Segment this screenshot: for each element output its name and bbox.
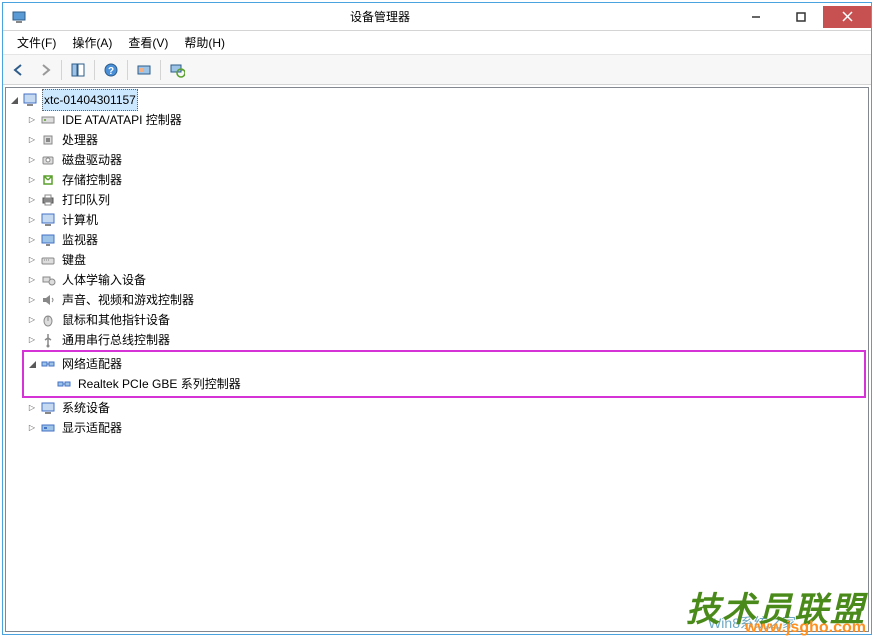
tree-item-label: 处理器 (60, 130, 100, 150)
expand-arrow-icon[interactable] (26, 114, 38, 126)
minimize-button[interactable] (733, 6, 778, 28)
monitor-icon (40, 232, 56, 248)
toolbar-separator (160, 60, 161, 80)
scan-hardware-button[interactable] (132, 58, 156, 82)
tree-item-print[interactable]: 打印队列 (26, 190, 866, 210)
titlebar: 设备管理器 (3, 3, 871, 31)
expand-arrow-icon[interactable] (26, 294, 38, 306)
tree-root[interactable]: xtc-01404301157 (8, 90, 866, 110)
expand-arrow-icon[interactable] (26, 214, 38, 226)
network-children: Realtek PCIe GBE 系列控制器 (26, 374, 862, 394)
tree-item-keyboard[interactable]: 键盘 (26, 250, 866, 270)
sound-icon (40, 292, 56, 308)
expand-arrow-icon[interactable] (26, 274, 38, 286)
device-tree: xtc-01404301157 IDE ATA/ATAPI 控制器 处理器 (8, 90, 866, 438)
expand-arrow-icon[interactable] (26, 402, 38, 414)
tree-item-processor[interactable]: 处理器 (26, 130, 866, 150)
display-adapter-icon (40, 420, 56, 436)
keyboard-icon (40, 252, 56, 268)
expand-arrow-icon[interactable] (26, 254, 38, 266)
tree-item-label: 监视器 (60, 230, 100, 250)
computer-icon (40, 212, 56, 228)
tree-item-mouse[interactable]: 鼠标和其他指针设备 (26, 310, 866, 330)
network-adapter-icon (56, 376, 72, 392)
tree-item-display[interactable]: 显示适配器 (26, 418, 866, 438)
app-icon (11, 9, 27, 25)
tree-item-label: IDE ATA/ATAPI 控制器 (60, 110, 184, 130)
computer-icon (22, 92, 38, 108)
tree-item-hid[interactable]: 人体学输入设备 (26, 270, 866, 290)
tree-item-label: 存储控制器 (60, 170, 124, 190)
tree-item-storage[interactable]: 存储控制器 (26, 170, 866, 190)
network-icon (40, 356, 56, 372)
tree-root-label[interactable]: xtc-01404301157 (42, 89, 138, 111)
tree-item-label: 网络适配器 (60, 354, 124, 374)
device-manager-window: 设备管理器 文件(F) 操作(A) 查看(V) 帮助(H) (2, 2, 872, 635)
tree-item-ide[interactable]: IDE ATA/ATAPI 控制器 (26, 110, 866, 130)
toolbar-separator (94, 60, 95, 80)
show-hide-console-button[interactable] (66, 58, 90, 82)
expand-arrow-icon[interactable] (26, 134, 38, 146)
tree-item-label: 通用串行总线控制器 (60, 330, 172, 350)
toolbar: ? (3, 55, 871, 85)
tree-item-usb[interactable]: 通用串行总线控制器 (26, 330, 866, 350)
watermark-text: www.jsgho.com (745, 619, 866, 637)
disk-icon (40, 152, 56, 168)
expand-arrow-icon[interactable] (26, 358, 38, 370)
help-button[interactable]: ? (99, 58, 123, 82)
tree-item-label: 显示适配器 (60, 418, 124, 438)
tree-item-label: 计算机 (60, 210, 100, 230)
hid-icon (40, 272, 56, 288)
tree-item-label: 打印队列 (60, 190, 112, 210)
menu-help[interactable]: 帮助(H) (176, 32, 233, 53)
usb-icon (40, 332, 56, 348)
toolbar-separator (127, 60, 128, 80)
menu-action[interactable]: 操作(A) (64, 32, 120, 53)
back-button[interactable] (7, 58, 31, 82)
expand-arrow-icon[interactable] (26, 174, 38, 186)
controller-icon (40, 112, 56, 128)
tree-item-system[interactable]: 系统设备 (26, 398, 866, 418)
tree-item-label: 磁盘驱动器 (60, 150, 124, 170)
expand-arrow-icon[interactable] (26, 334, 38, 346)
expand-arrow-icon[interactable] (26, 422, 38, 434)
expand-arrow-icon[interactable] (26, 234, 38, 246)
storage-icon (40, 172, 56, 188)
menubar: 文件(F) 操作(A) 查看(V) 帮助(H) (3, 31, 871, 55)
expand-arrow-icon[interactable] (26, 154, 38, 166)
refresh-button[interactable] (165, 58, 189, 82)
tree-root-children: IDE ATA/ATAPI 控制器 处理器 磁盘驱动器 (8, 110, 866, 438)
tree-view[interactable]: xtc-01404301157 IDE ATA/ATAPI 控制器 处理器 (5, 87, 869, 632)
cpu-icon (40, 132, 56, 148)
tree-item-label: 声音、视频和游戏控制器 (60, 290, 196, 310)
tree-item-realtek[interactable]: Realtek PCIe GBE 系列控制器 (44, 374, 862, 394)
window-title: 设备管理器 (27, 8, 733, 25)
tree-item-label: 鼠标和其他指针设备 (60, 310, 172, 330)
expand-arrow-icon[interactable] (8, 94, 20, 106)
toolbar-separator (61, 60, 62, 80)
tree-item-monitor[interactable]: 监视器 (26, 230, 866, 250)
tree-item-computer[interactable]: 计算机 (26, 210, 866, 230)
menu-view[interactable]: 查看(V) (120, 32, 176, 53)
expand-arrow-icon[interactable] (26, 314, 38, 326)
tree-item-sound[interactable]: 声音、视频和游戏控制器 (26, 290, 866, 310)
tree-item-label: 人体学输入设备 (60, 270, 148, 290)
tree-item-label: 系统设备 (60, 398, 112, 418)
menu-file[interactable]: 文件(F) (9, 32, 64, 53)
system-icon (40, 400, 56, 416)
tree-item-label: Realtek PCIe GBE 系列控制器 (76, 374, 243, 394)
mouse-icon (40, 312, 56, 328)
svg-text:?: ? (108, 66, 114, 77)
expand-arrow-icon[interactable] (26, 194, 38, 206)
tree-item-network[interactable]: 网络适配器 (26, 354, 862, 374)
window-controls (733, 6, 871, 28)
printer-icon (40, 192, 56, 208)
tree-item-disk[interactable]: 磁盘驱动器 (26, 150, 866, 170)
tree-item-label: 键盘 (60, 250, 88, 270)
close-button[interactable] (823, 6, 871, 28)
highlight-annotation: 网络适配器 Realtek PCIe GBE 系列控制器 (22, 350, 866, 398)
maximize-button[interactable] (778, 6, 823, 28)
forward-button[interactable] (33, 58, 57, 82)
